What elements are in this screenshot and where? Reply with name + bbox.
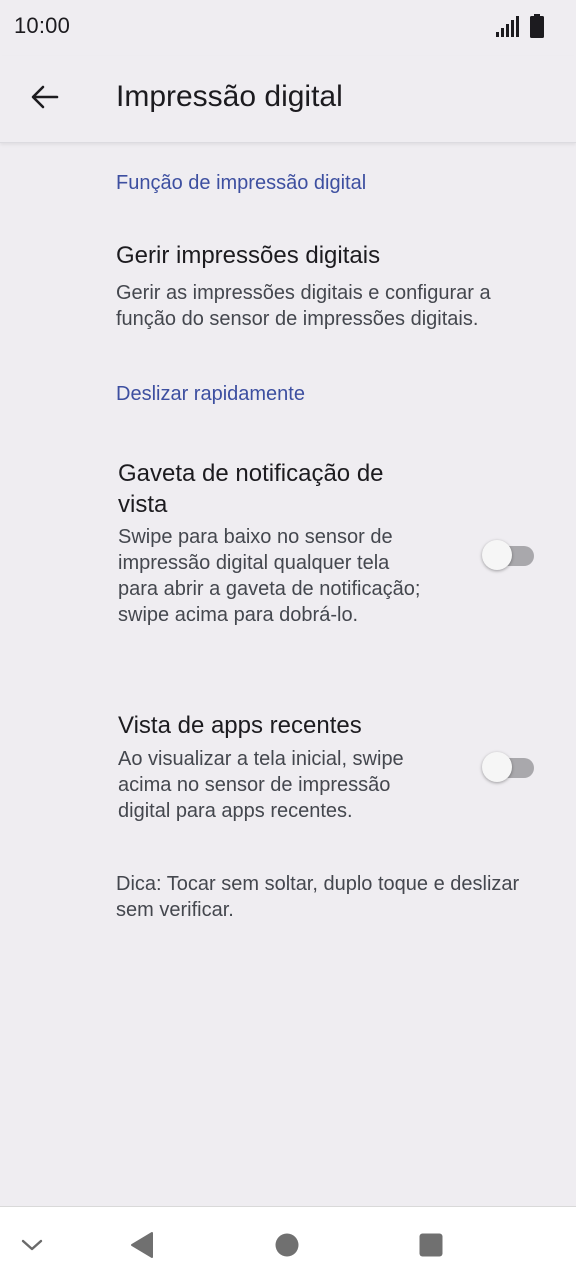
app-bar: Impressão digital: [0, 56, 576, 143]
navigation-bar: [0, 1206, 576, 1283]
page-title: Impressão digital: [116, 80, 343, 113]
recent-apps-title: Vista de apps recentes: [118, 712, 362, 739]
notification-drawer-item[interactable]: Gaveta de notificação de vista Swipe par…: [0, 442, 576, 672]
section-header-fingerprint-function: Função de impressão digital: [116, 172, 367, 194]
notification-drawer-toggle[interactable]: [482, 540, 534, 570]
recent-apps-summary: Ao visualizar a tela inicial, swipe acim…: [118, 748, 404, 822]
manage-fingerprints-summary: Gerir as impressões digitais e configura…: [116, 282, 491, 330]
back-triangle-icon: [131, 1232, 153, 1258]
status-time: 10:00: [14, 13, 71, 38]
nav-back-button[interactable]: [122, 1225, 162, 1265]
battery-icon: [530, 14, 544, 38]
status-bar: 10:00: [0, 0, 576, 56]
nav-home-button[interactable]: [267, 1225, 307, 1265]
chevron-down-icon: [21, 1239, 43, 1251]
recents-square-icon: [419, 1233, 443, 1257]
nav-recents-button[interactable]: [411, 1225, 451, 1265]
recent-apps-item[interactable]: Vista de apps recentes Ao visualizar a t…: [0, 698, 576, 838]
notification-drawer-summary: Swipe para baixo no sensor de impressão …: [118, 526, 421, 626]
toggle-thumb: [482, 752, 512, 782]
signal-icon: [496, 16, 519, 37]
back-button[interactable]: [22, 74, 68, 120]
home-circle-icon: [275, 1233, 299, 1257]
manage-fingerprints-title: Gerir impressões digitais: [116, 242, 381, 269]
tip-text: Dica: Tocar sem soltar, duplo toque e de…: [116, 873, 520, 921]
toggle-thumb: [482, 540, 512, 570]
manage-fingerprints-item[interactable]: Gerir impressões digitais Gerir as impre…: [0, 230, 576, 350]
hide-keyboard-button[interactable]: [12, 1225, 52, 1265]
section-header-quick-swipe: Deslizar rapidamente: [116, 383, 305, 405]
arrow-left-icon: [31, 85, 59, 109]
notification-drawer-title: Gaveta de notificação de vista: [118, 460, 384, 518]
recent-apps-toggle[interactable]: [482, 752, 534, 782]
